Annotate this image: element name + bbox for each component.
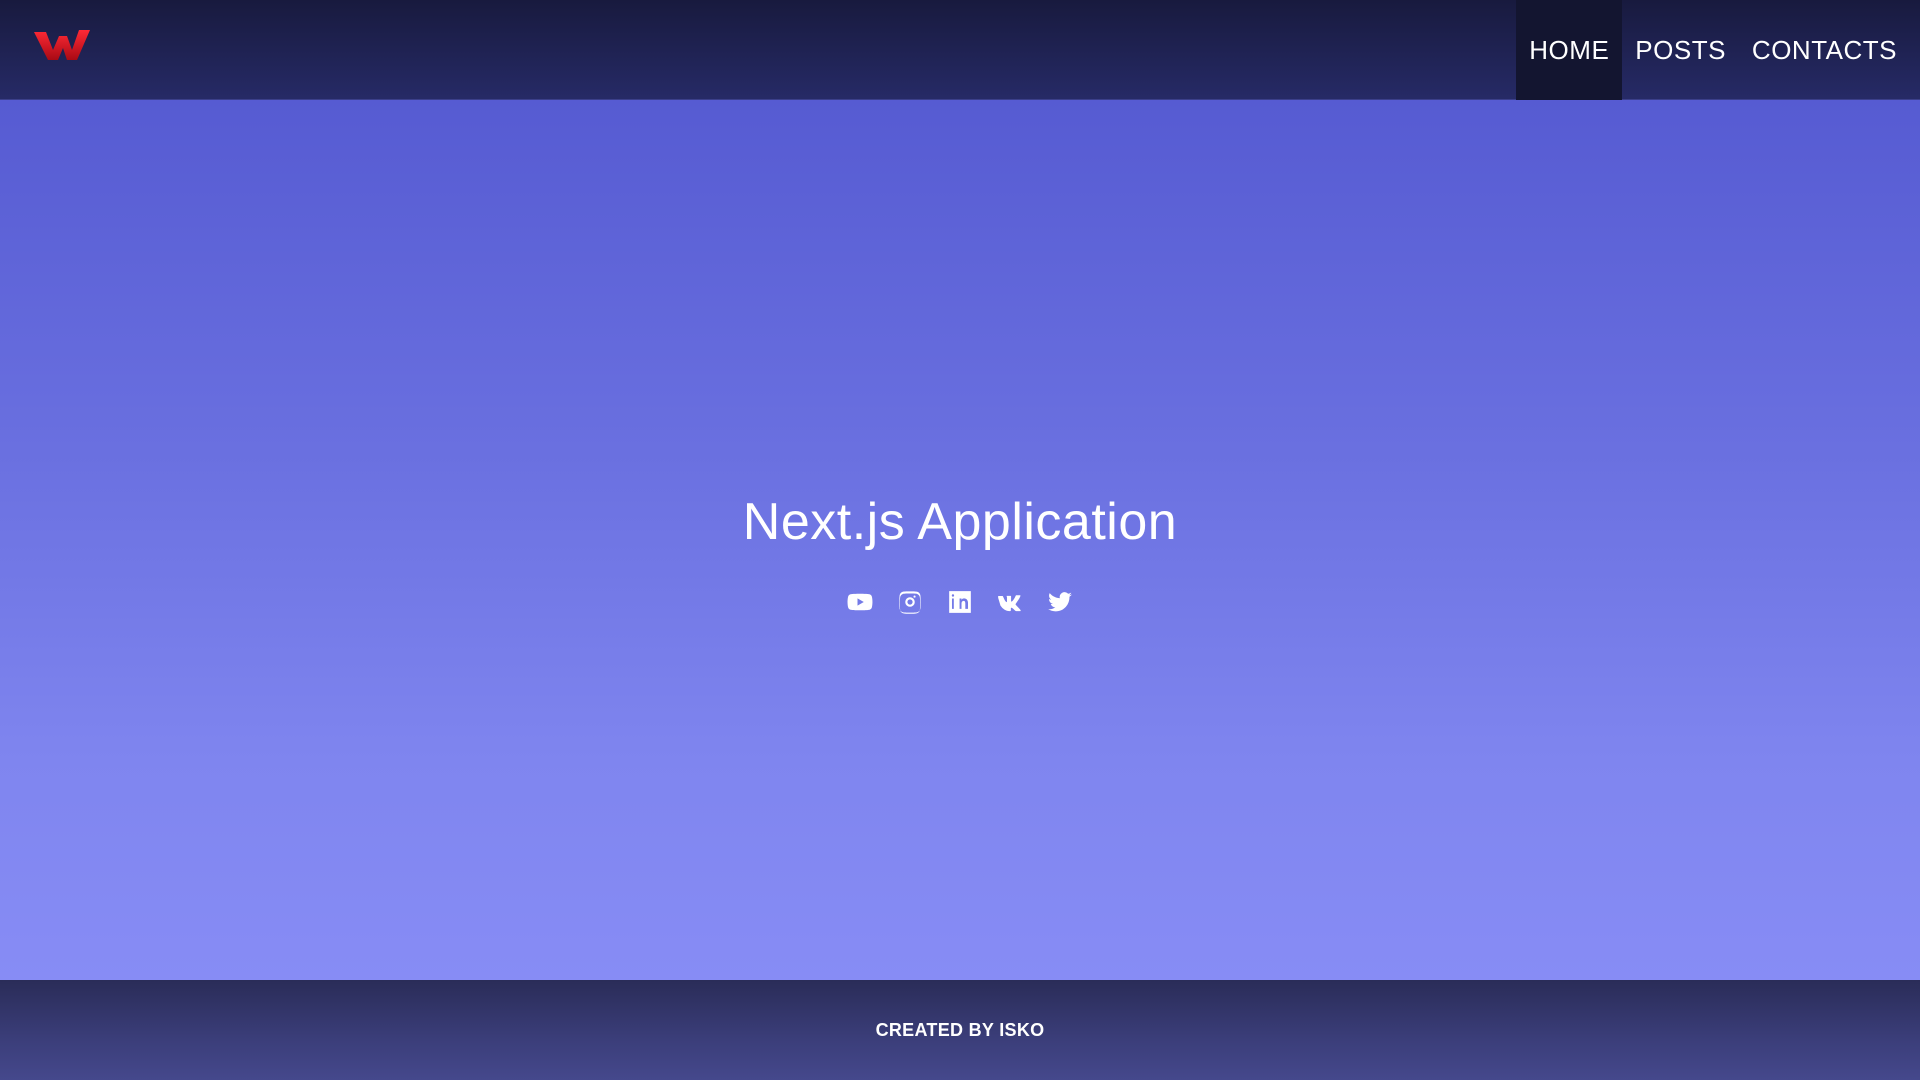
vk-link[interactable] — [996, 588, 1024, 616]
youtube-icon — [847, 593, 873, 611]
site-footer: CREATED BY ISKO — [0, 980, 1920, 1080]
hero-content: Next.js Application — [0, 492, 1920, 552]
footer-credit: CREATED BY ISKO — [875, 1019, 1045, 1040]
main-nav: HOME POSTS CONTACTS — [1516, 0, 1910, 100]
site-header: HOME POSTS CONTACTS — [0, 0, 1920, 100]
nav-item-label: POSTS — [1635, 34, 1726, 65]
nav-item-label: HOME — [1529, 34, 1610, 65]
nav-item-label: CONTACTS — [1751, 34, 1897, 65]
nav-item-home[interactable]: HOME — [1516, 0, 1623, 100]
linkedin-link[interactable] — [946, 588, 974, 616]
twitter-icon — [1048, 592, 1072, 612]
hero-section: Next.js Application — [0, 100, 1920, 980]
linkedin-icon — [949, 591, 971, 613]
twitter-link[interactable] — [1046, 588, 1074, 616]
instagram-icon — [899, 591, 921, 614]
w-logo-icon[interactable] — [32, 26, 92, 66]
nav-item-contacts[interactable]: CONTACTS — [1739, 0, 1910, 100]
nav-item-posts[interactable]: POSTS — [1622, 0, 1739, 100]
vk-icon — [998, 595, 1021, 612]
social-links — [0, 588, 1920, 616]
instagram-link[interactable] — [896, 588, 924, 616]
youtube-link[interactable] — [846, 588, 874, 616]
page-title: Next.js Application — [742, 493, 1178, 551]
